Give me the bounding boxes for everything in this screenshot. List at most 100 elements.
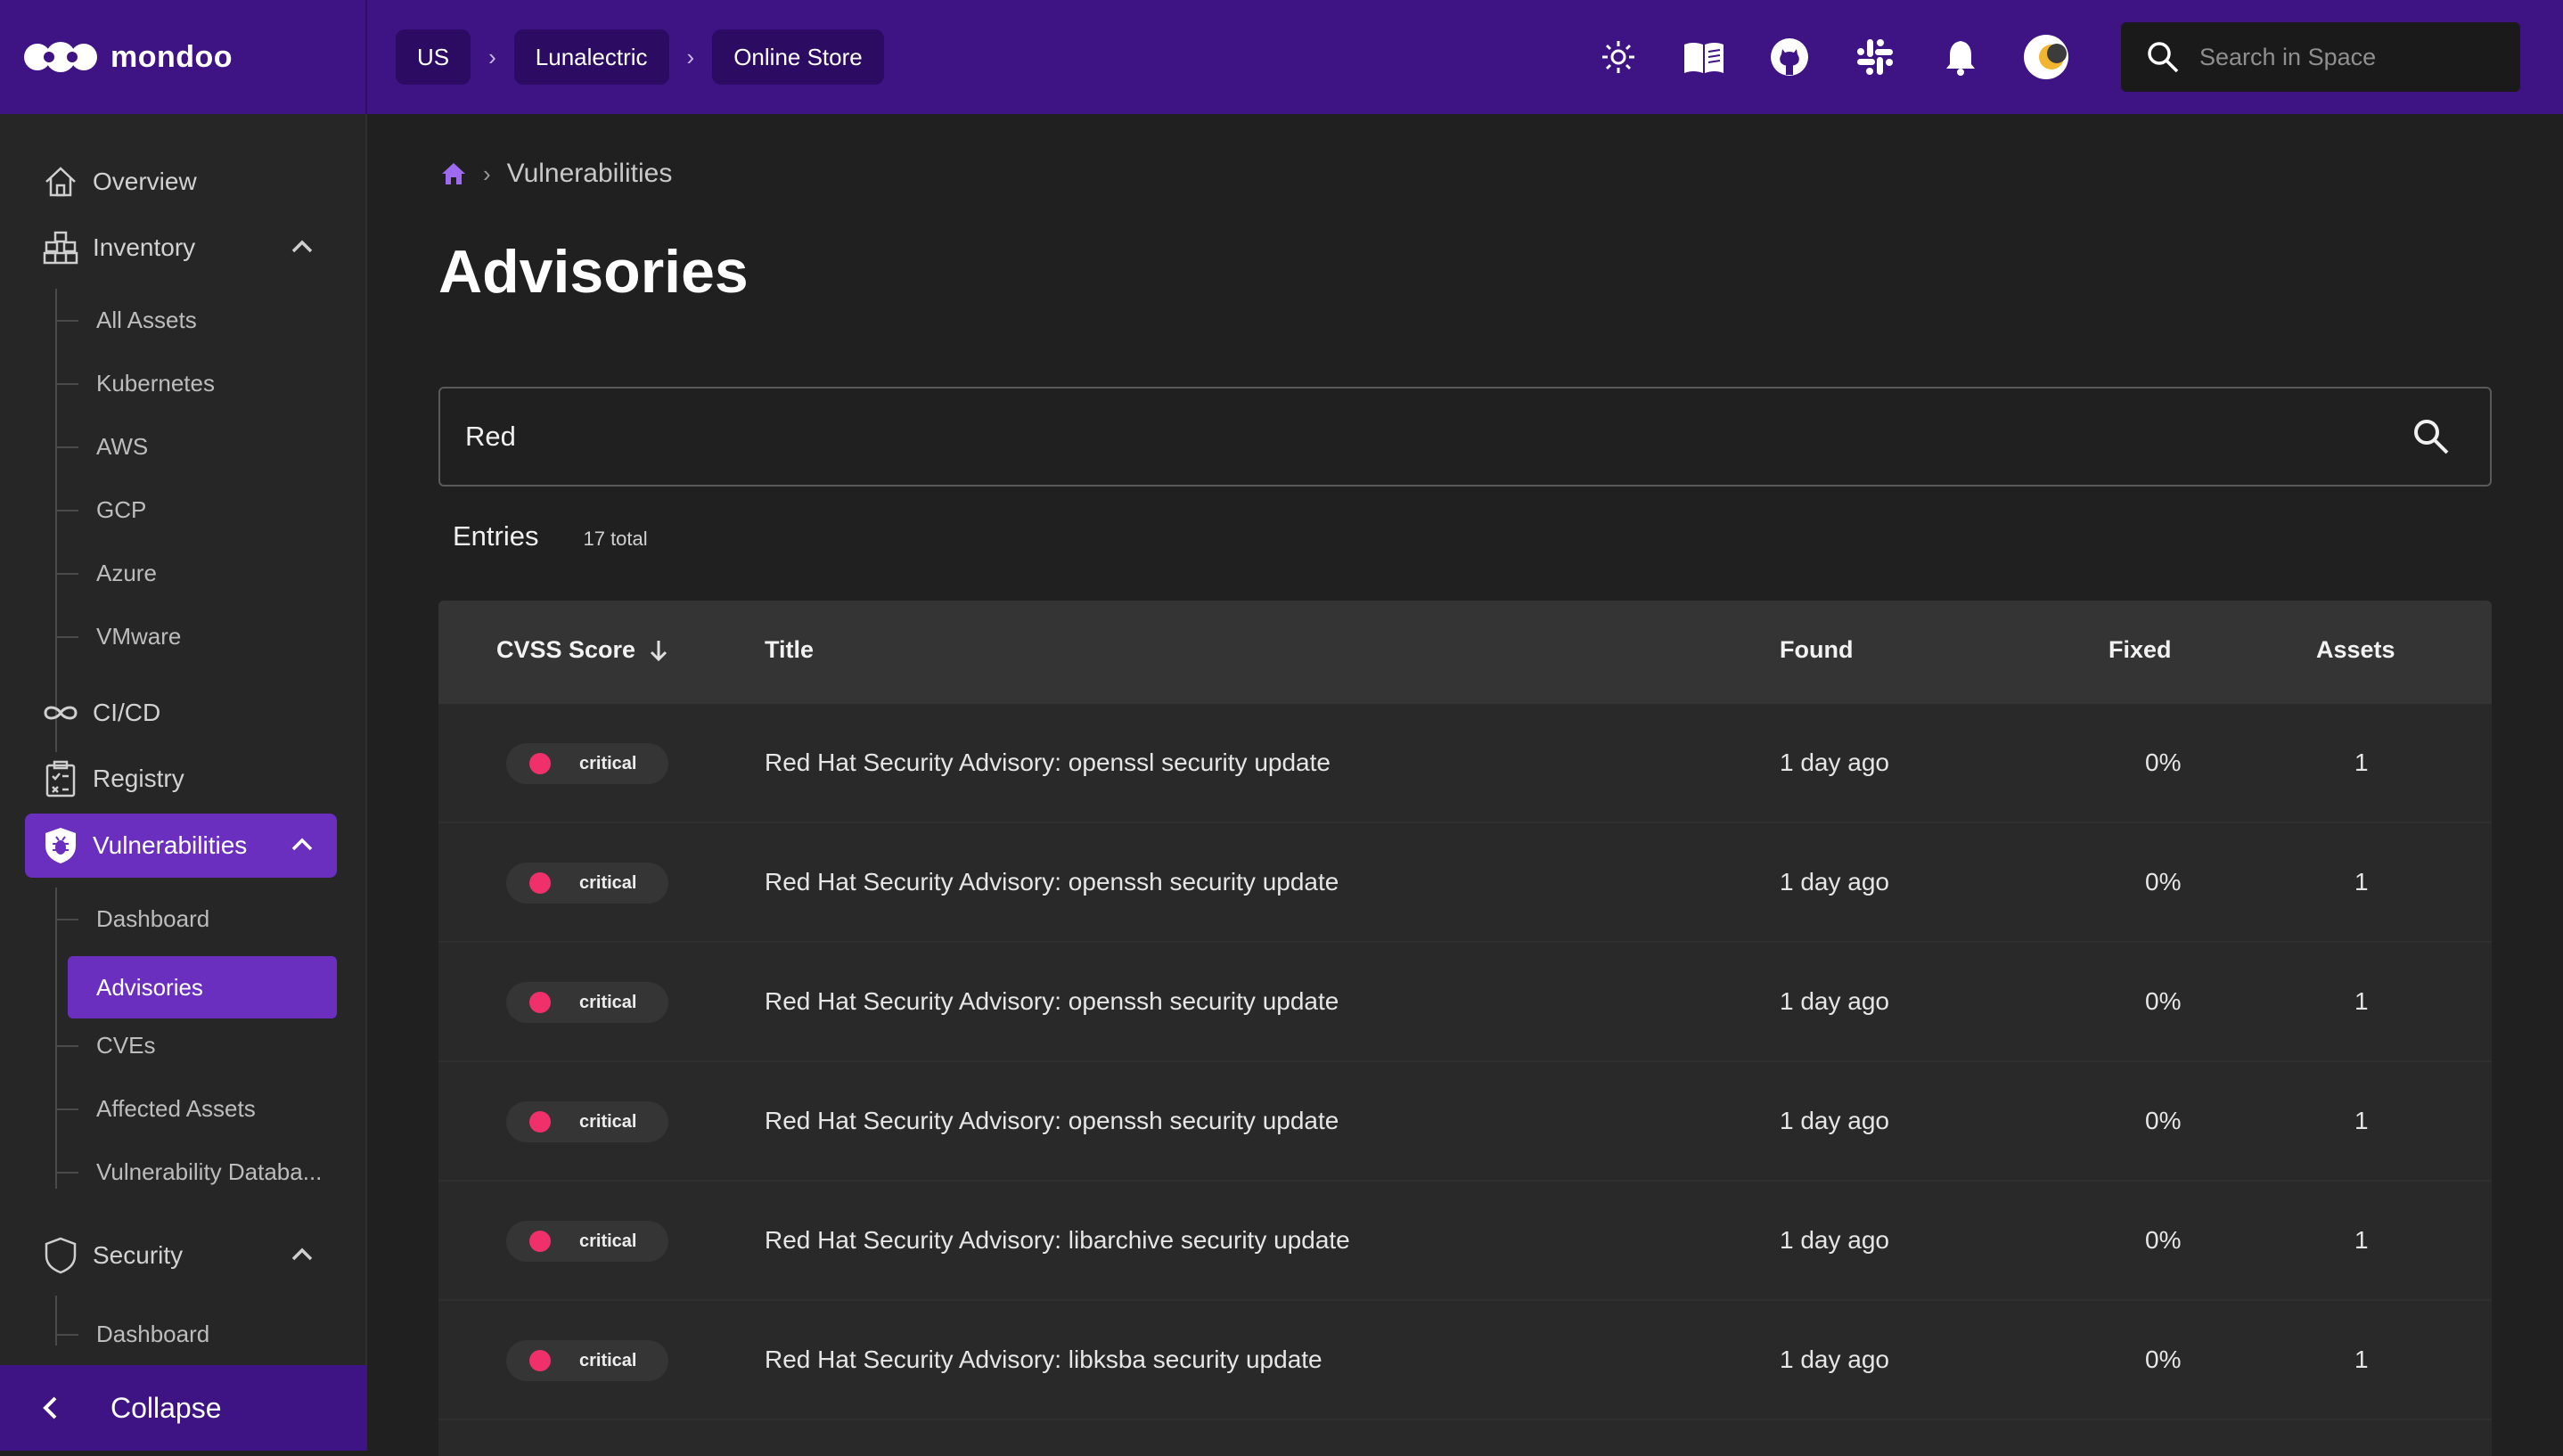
github-icon[interactable] (1747, 14, 1832, 100)
column-header-label: Title (765, 636, 815, 663)
top-bar: mondoo US › Lunalectric › Online Store S… (0, 0, 2563, 114)
sidebar-item-inventory[interactable]: Inventory (25, 216, 337, 280)
chevron-up-icon[interactable] (291, 1243, 314, 1272)
severity-badge: critical (506, 982, 668, 1023)
mondoo-logo-icon (23, 37, 98, 77)
sidebar-subitem-affected-assets[interactable]: Affected Assets (68, 1077, 337, 1140)
asset-count: 1 (2354, 1226, 2369, 1254)
advisory-title: Red Hat Security Advisory: openssh secur… (765, 868, 1339, 896)
chevron-up-icon[interactable] (291, 235, 314, 265)
sidebar-item-overview[interactable]: Overview (25, 150, 337, 214)
chevron-left-icon (43, 1396, 57, 1419)
table-row[interactable]: critical Red Hat Security Advisory: open… (438, 943, 2492, 1062)
inventory-icon (41, 228, 80, 267)
fixed-percent: 0% (2145, 1226, 2182, 1254)
found-date: 1 day ago (1780, 868, 1889, 896)
sidebar: Overview Inventory All Assets Kubernetes… (0, 114, 367, 1451)
found-date: 1 day ago (1780, 748, 1889, 776)
table-row[interactable]: critical Red Hat Security Advisory: open… (438, 1062, 2492, 1182)
slack-icon[interactable] (1832, 14, 1918, 100)
sidebar-subitem-cves[interactable]: CVEs (68, 1014, 337, 1076)
tree-line (55, 888, 57, 1189)
found-date: 1 day ago (1780, 1346, 1889, 1373)
crumb-region[interactable]: US (396, 29, 471, 85)
asset-count: 1 (2354, 748, 2369, 776)
found-date: 1 day ago (1780, 987, 1889, 1015)
advisory-title: Red Hat Security Advisory: libksba secur… (765, 1346, 1322, 1373)
sidebar-item-registry[interactable]: Registry (25, 747, 337, 811)
crumb-separator: › (686, 43, 695, 70)
sidebar-item-label: Security (93, 1241, 184, 1269)
table-row[interactable]: critical Red Hat Security Advisory: libk… (438, 1301, 2492, 1420)
crumb-organization[interactable]: Lunalectric (513, 29, 669, 85)
table-row[interactable]: critical Red Hat Security Advisory: liba… (438, 1182, 2492, 1301)
sidebar-subitem-kubernetes[interactable]: Kubernetes (68, 352, 337, 414)
chevron-up-icon[interactable] (291, 833, 314, 863)
severity-badge: critical (506, 1221, 668, 1262)
entries-count: 17 total (583, 528, 648, 550)
severity-dot (529, 1111, 551, 1133)
sidebar-subitem-all-assets[interactable]: All Assets (68, 289, 337, 351)
collapse-sidebar-button[interactable]: Collapse (0, 1365, 367, 1451)
sidebar-item-label: Registry (93, 765, 184, 792)
sidebar-item-security[interactable]: Security (25, 1223, 337, 1288)
sidebar-subitem-dashboard[interactable]: Dashboard (68, 888, 337, 950)
column-header-fixed[interactable]: Fixed (2109, 636, 2172, 664)
sidebar-item-vulnerabilities[interactable]: Vulnerabilities (25, 814, 337, 878)
entries-summary: Entries 17 total (453, 520, 648, 552)
asset-count: 1 (2354, 987, 2369, 1015)
asset-count: 1 (2354, 1107, 2369, 1134)
sidebar-subitem-azure[interactable]: Azure (68, 542, 337, 604)
column-header-cvss-score[interactable]: CVSS Score (496, 636, 669, 664)
sidebar-subitem-vmware[interactable]: VMware (68, 605, 337, 667)
logo[interactable]: mondoo (0, 0, 367, 114)
search-placeholder: Search in Space (2199, 43, 2377, 70)
found-date: 1 day ago (1780, 1226, 1889, 1254)
advisory-title: Red Hat Security Advisory: openssh secur… (765, 987, 1339, 1015)
crumb-space[interactable]: Online Store (712, 29, 884, 85)
advisory-title: Red Hat Security Advisory: openssl secur… (765, 748, 1331, 776)
bell-icon[interactable] (1918, 14, 2003, 100)
page-title: Advisories (438, 238, 749, 306)
sidebar-item-cicd[interactable]: CI/CD (25, 681, 337, 745)
breadcrumb-current[interactable]: Vulnerabilities (507, 159, 673, 189)
sidebar-subitem-aws[interactable]: AWS (68, 415, 337, 478)
space-search-input[interactable]: Search in Space (2121, 22, 2520, 92)
severity-dot (529, 872, 551, 894)
severity-dot (529, 992, 551, 1013)
registry-icon (41, 759, 80, 798)
docs-book-icon[interactable] (1661, 14, 1747, 100)
sidebar-item-label: Inventory (93, 233, 196, 261)
fixed-percent: 0% (2145, 1107, 2182, 1134)
theme-sun-icon[interactable] (1576, 14, 1661, 100)
sidebar-subitem-security-dashboard[interactable]: Dashboard (68, 1303, 337, 1365)
sidebar-subitem-advisories[interactable]: Advisories (68, 956, 337, 1018)
avatar[interactable] (2003, 14, 2089, 100)
column-header-title[interactable]: Title (765, 636, 814, 664)
severity-dot (529, 753, 551, 774)
home-icon[interactable] (440, 160, 467, 187)
sidebar-subitem-vulnerability-database[interactable]: Vulnerability Databa... (68, 1141, 337, 1203)
column-header-found[interactable]: Found (1780, 636, 1853, 664)
fixed-percent: 0% (2145, 1346, 2182, 1373)
sidebar-subitem-gcp[interactable]: GCP (68, 479, 337, 541)
severity-dot (529, 1231, 551, 1252)
sidebar-item-label: CI/CD (93, 699, 161, 726)
main-content: › Vulnerabilities Advisories Red Entries… (367, 114, 2563, 1456)
table-row[interactable]: critical Red Hat Security Advisory: open… (438, 823, 2492, 943)
infinity-icon (41, 693, 80, 732)
space-breadcrumb: US › Lunalectric › Online Store (396, 29, 884, 85)
advisory-filter-input[interactable]: Red (438, 387, 2492, 487)
severity-label: critical (579, 1350, 637, 1370)
table-row[interactable]: critical Red Hat Security Advisory: open… (438, 704, 2492, 823)
column-header-label: CVSS Score (496, 636, 636, 663)
column-header-assets[interactable]: Assets (2316, 636, 2395, 664)
advisory-title: Red Hat Security Advisory: openssh secur… (765, 1107, 1339, 1134)
found-date: 1 day ago (1780, 1107, 1889, 1134)
sidebar-item-label: Overview (93, 168, 197, 195)
severity-label: critical (579, 872, 637, 893)
fixed-percent: 0% (2145, 987, 2182, 1015)
home-icon (41, 162, 80, 201)
search-icon[interactable] (2412, 417, 2451, 461)
severity-label: critical (579, 1111, 637, 1132)
